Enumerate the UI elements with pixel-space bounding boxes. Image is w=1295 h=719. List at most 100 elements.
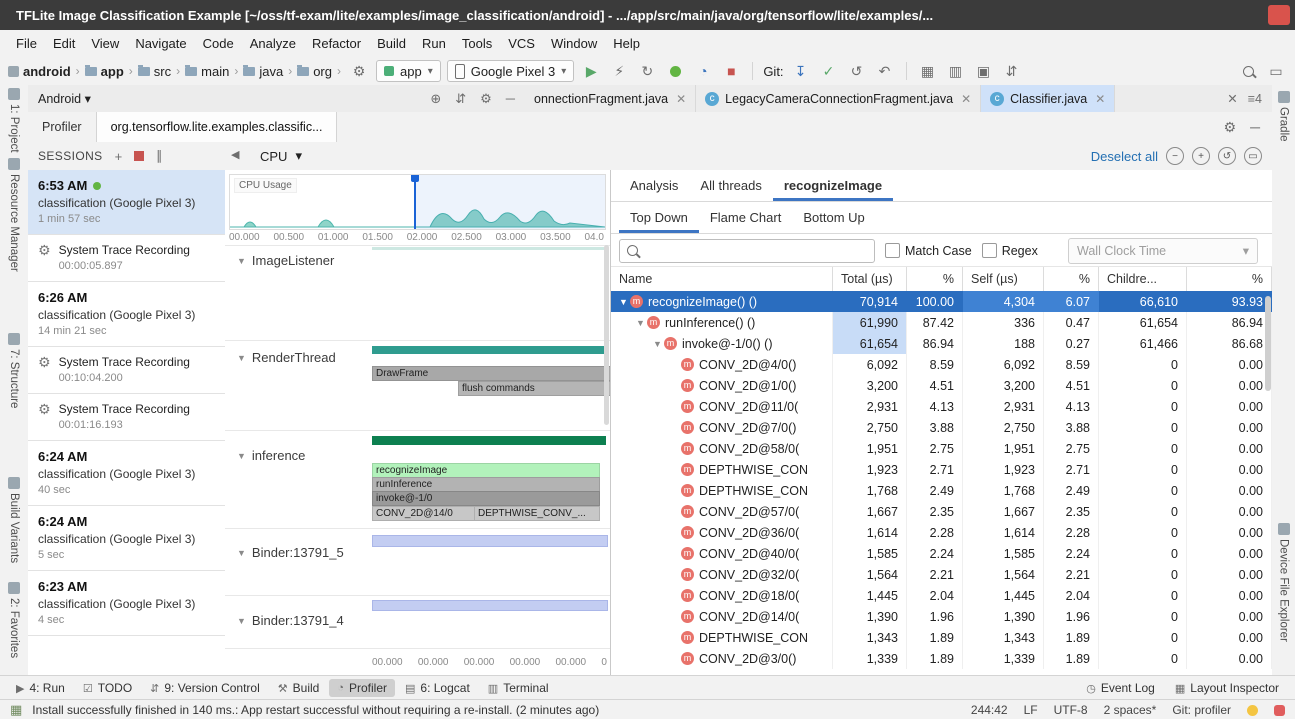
menu-item-window[interactable]: Window [543, 32, 605, 55]
profiler-session-tab[interactable]: org.tensorflow.lite.examples.classific..… [96, 112, 338, 142]
table-row[interactable]: mCONV_2D@36/0(1,6142.281,6142.2800.00 [611, 522, 1272, 543]
session-item[interactable]: 6:53 AMclassification (Google Pixel 3)1 … [28, 170, 225, 235]
tool-window-button-vcs[interactable]: ⇵9: Version Control [142, 679, 268, 697]
menu-item-tools[interactable]: Tools [454, 32, 500, 55]
match-case-checkbox[interactable] [885, 243, 900, 258]
menu-item-code[interactable]: Code [195, 32, 242, 55]
edit-configurations-icon[interactable]: ⚙ [348, 60, 370, 82]
project-view-selector[interactable]: Android ▾ [38, 91, 91, 106]
menu-item-run[interactable]: Run [414, 32, 454, 55]
metric-selector[interactable]: CPU ▾ [260, 142, 302, 170]
collapse-all-icon[interactable]: ⇵ [455, 91, 466, 107]
session-item[interactable]: 6:24 AMclassification (Google Pixel 3)40… [28, 441, 225, 506]
session-item[interactable]: 6:26 AMclassification (Google Pixel 3)14… [28, 282, 225, 347]
menu-item-help[interactable]: Help [605, 32, 648, 55]
inspections-icon[interactable] [1247, 705, 1258, 716]
tab-top-down[interactable]: Top Down [619, 202, 699, 233]
tool-window-button-gradle[interactable]: Gradle [1272, 91, 1295, 142]
close-tab-icon[interactable]: ✕ [961, 92, 971, 106]
table-row[interactable]: mCONV_2D@58/0(1,9512.751,9512.7500.00 [611, 438, 1272, 459]
table-row[interactable]: mCONV_2D@40/0(1,5852.241,5852.2400.00 [611, 543, 1272, 564]
column-header-name[interactable]: Name [611, 267, 833, 291]
table-row[interactable]: mCONV_2D@32/0(1,5642.211,5642.2100.00 [611, 564, 1272, 585]
lane-label-binder5[interactable]: ▼ Binder:13791_5 [237, 545, 344, 560]
sync-button[interactable]: ↻ [636, 60, 658, 82]
breadcrumb-item-main[interactable]: main [185, 64, 229, 79]
editor-tab-active[interactable]: c Classifier.java ✕ [981, 85, 1115, 112]
event-drawframe[interactable]: DrawFrame [372, 366, 610, 381]
git-branch-indicator[interactable]: Git: profiler [1172, 703, 1231, 717]
tool-window-toggle-icon[interactable]: ▦ [10, 702, 22, 718]
timeline-scrollbar[interactable] [604, 245, 609, 425]
table-row[interactable]: ▼mrunInference() ()61,99087.423360.4761,… [611, 312, 1272, 333]
table-row[interactable]: mDEPTHWISE_CON1,9232.711,9232.7100.00 [611, 459, 1272, 480]
column-header-children[interactable]: Childre... [1099, 267, 1187, 291]
event-invoke[interactable]: invoke@-1/0 [372, 491, 600, 506]
table-row[interactable]: mCONV_2D@18/0(1,4452.041,4452.0400.00 [611, 585, 1272, 606]
device-manager-icon[interactable]: ▣ [973, 60, 995, 82]
table-row[interactable]: mCONV_2D@57/0(1,6672.351,6672.3500.00 [611, 501, 1272, 522]
run-configuration-select[interactable]: app ▾ [376, 60, 441, 82]
tool-window-button-terminal[interactable]: ▥Terminal [480, 679, 557, 697]
tool-window-button-profiler[interactable]: ◔Profiler [329, 679, 395, 697]
tool-window-button-build-variants[interactable]: Build Variants [0, 477, 28, 563]
breadcrumb-item-app[interactable]: app [85, 64, 124, 79]
regex-checkbox[interactable] [982, 243, 997, 258]
event-conv2d[interactable]: CONV_2D@14/0 [372, 506, 479, 521]
menu-item-navigate[interactable]: Navigate [127, 32, 194, 55]
column-header-total-pct[interactable]: % [907, 267, 963, 291]
selection-handle[interactable] [411, 175, 419, 182]
column-header-children-pct[interactable]: % [1187, 267, 1272, 291]
search-everywhere-icon[interactable] [1237, 60, 1259, 82]
table-row[interactable]: mCONV_2D@1/0()3,2004.513,2004.5100.00 [611, 375, 1272, 396]
tool-window-button-build[interactable]: ⚒Build [270, 679, 328, 697]
device-select[interactable]: Google Pixel 3 ▾ [447, 60, 575, 82]
zoom-out-icon[interactable]: − [1166, 147, 1184, 165]
table-scrollbar[interactable] [1265, 296, 1271, 391]
close-icon[interactable]: ✕ [1227, 91, 1237, 106]
pause-session-icon[interactable]: ∥ [156, 148, 163, 164]
column-header-total[interactable]: Total (µs) [833, 267, 907, 291]
lane-label-inference[interactable]: ▼ inference [237, 448, 305, 463]
settings-icon[interactable]: ⚙ [1224, 119, 1237, 136]
expand-arrow-icon[interactable]: ▼ [634, 318, 647, 328]
editor-tab[interactable]: c LegacyCameraConnectionFragment.java ✕ [696, 85, 981, 112]
recording-item[interactable]: ⚙System Trace Recording00:01:16.193 [28, 394, 225, 441]
column-header-self[interactable]: Self (µs) [963, 267, 1044, 291]
table-row[interactable]: mCONV_2D@4/0()6,0928.596,0928.5900.00 [611, 354, 1272, 375]
layout-inspector-icon[interactable]: ▥ [945, 60, 967, 82]
git-rollback-button[interactable]: ↶ [874, 60, 896, 82]
menu-item-refactor[interactable]: Refactor [304, 32, 369, 55]
table-row[interactable]: ▼mrecognizeImage() ()70,914100.004,3046.… [611, 291, 1272, 312]
tool-window-button-favorites[interactable]: 2: Favorites [0, 582, 28, 658]
tool-window-button-device-file-explorer[interactable]: Device File Explorer [1272, 523, 1295, 642]
indent-indicator[interactable]: 2 spaces* [1104, 703, 1157, 717]
caret-position[interactable]: 244:42 [971, 703, 1008, 717]
reset-zoom-icon[interactable]: ↺ [1218, 147, 1236, 165]
menu-item-file[interactable]: File [8, 32, 45, 55]
tool-window-button-project[interactable]: 1: Project [0, 88, 28, 153]
expand-arrow-icon[interactable]: ▼ [617, 297, 630, 307]
open-project-icon[interactable]: ▦ [917, 60, 939, 82]
stop-session-icon[interactable] [134, 151, 144, 161]
menu-item-edit[interactable]: Edit [45, 32, 83, 55]
search-input[interactable] [644, 243, 867, 259]
lane-label-imagelistener[interactable]: ▼ ImageListener [237, 253, 334, 268]
event-recognizeimage[interactable]: recognizeImage [372, 463, 600, 478]
tab-analysis[interactable]: Analysis [619, 170, 689, 201]
deselect-all-link[interactable]: Deselect all [1091, 149, 1158, 164]
cpu-usage-chart[interactable]: CPU Usage [229, 174, 606, 230]
recording-item[interactable]: ⚙System Trace Recording00:00:05.897 [28, 235, 225, 282]
breadcrumb-item-android[interactable]: android [8, 64, 71, 79]
clock-type-select[interactable]: Wall Clock Time ▾ [1068, 238, 1258, 264]
table-row[interactable]: ▼minvoke@-1/0() ()61,65486.941880.2761,4… [611, 333, 1272, 354]
tab-all-threads[interactable]: All threads [689, 170, 772, 201]
locate-file-icon[interactable]: ⊕ [430, 91, 441, 107]
selection-line[interactable] [414, 175, 416, 229]
regex-option[interactable]: Regex [982, 243, 1038, 258]
table-row[interactable]: mDEPTHWISE_CON1,7682.491,7682.4900.00 [611, 480, 1272, 501]
tab-list-icon[interactable]: ≡4 [1248, 92, 1262, 106]
tool-window-button-layout-inspector[interactable]: ▦Layout Inspector [1167, 679, 1287, 697]
breadcrumb-item-src[interactable]: src [138, 64, 171, 79]
tool-window-button-todo[interactable]: ☑TODO [75, 679, 140, 697]
